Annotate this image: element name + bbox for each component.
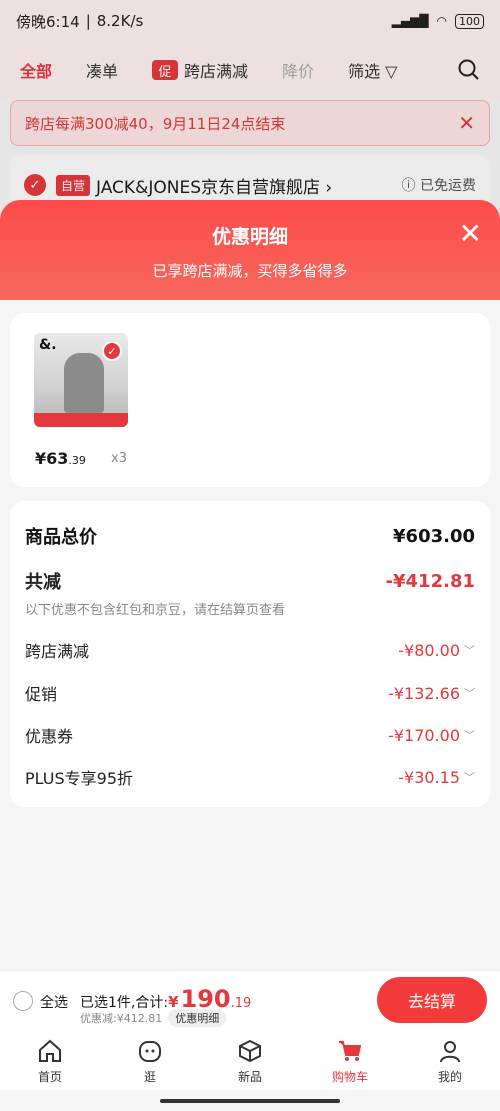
discount-row[interactable]: 优惠券 -¥170.00 ﹀ <box>25 723 475 747</box>
chevron-down-icon: ﹀ <box>464 687 475 700</box>
discount-label: 跨店满减 <box>25 642 90 661</box>
product-price: ¥63.39 <box>35 449 86 468</box>
discount-value: -¥170.00 <box>388 725 460 745</box>
amount-decimal: .19 <box>230 996 252 1011</box>
nav-label: 首页 <box>37 1069 62 1084</box>
discount-value: -¥132.66 <box>388 683 460 703</box>
nav-cart[interactable]: 购物车 <box>300 1032 400 1090</box>
nav-new[interactable]: 新品 <box>200 1032 300 1090</box>
discount-value: -¥80.00 <box>398 640 460 660</box>
discount-label: 优惠券 <box>25 727 74 746</box>
cube-icon <box>239 1039 261 1062</box>
brand-logo: &. <box>39 337 57 353</box>
face-icon <box>139 1040 161 1062</box>
nav-me[interactable]: 我的 <box>400 1032 500 1090</box>
promo-strip <box>34 413 128 427</box>
sheet-header: 优惠明细 已享跨店满减，买得多省得多 ✕ <box>0 200 500 300</box>
price-breakdown: 商品总价 ¥603.00 共减 -¥412.81 以下优惠不包含红包和京豆，请在… <box>10 501 490 807</box>
home-icon <box>39 1039 61 1062</box>
total-value: ¥603.00 <box>393 525 475 547</box>
total-label: 商品总价 <box>25 527 97 548</box>
total-row: 商品总价 ¥603.00 <box>25 523 475 549</box>
product-quantity: x3 <box>111 451 127 466</box>
discount-value: -¥30.15 <box>398 767 460 787</box>
cart-icon <box>339 1040 362 1061</box>
chevron-down-icon: ﹀ <box>464 644 475 657</box>
select-all-label[interactable]: 全选 <box>40 992 68 1012</box>
selected-check-icon: ✓ <box>102 341 122 361</box>
chevron-down-icon: ﹀ <box>464 771 475 784</box>
chevron-down-icon: ﹀ <box>464 729 475 742</box>
sheet-subtitle: 已享跨店满减，买得多省得多 <box>152 262 348 280</box>
discount-label: PLUS专享95折 <box>25 769 133 788</box>
nav-label: 我的 <box>437 1069 462 1084</box>
price-decimal: .39 <box>68 454 86 467</box>
discount-row[interactable]: 跨店满减 -¥80.00 ﹀ <box>25 638 475 662</box>
saving-note: 以下优惠不包含红包和京豆，请在结算页查看 <box>25 603 286 618</box>
discount-label: 促销 <box>25 685 58 704</box>
user-icon <box>440 1040 460 1062</box>
nav-label: 新品 <box>237 1069 262 1084</box>
discount-row[interactable]: PLUS专享95折 -¥30.15 ﹀ <box>25 765 475 789</box>
model-figure <box>64 353 104 413</box>
checkout-bar: 全选 已选1件,合计: ¥ 190 .19 优惠减:¥412.81 优惠明细 去… <box>0 970 500 1032</box>
nav-label: 逛 <box>143 1069 156 1084</box>
select-all-checkbox[interactable] <box>13 991 33 1011</box>
product-card: &. ✓ ¥63.39 x3 <box>10 313 490 487</box>
product-thumbnail[interactable]: &. ✓ <box>34 333 128 427</box>
saving-row: 共减 -¥412.81 <box>25 568 475 594</box>
checkout-button[interactable]: 去结算 <box>377 977 487 1023</box>
nav-browse[interactable]: 逛 <box>100 1032 200 1090</box>
discount-text: 优惠减:¥412.81 <box>80 1012 163 1025</box>
saving-value: -¥412.81 <box>385 570 475 592</box>
saving-label: 共减 <box>25 572 61 593</box>
discount-summary: 优惠减:¥412.81 优惠明细 <box>80 1009 227 1027</box>
discount-detail-toggle[interactable]: 优惠明细 <box>168 1009 227 1027</box>
bottom-nav: 首页 逛 新品 购物车 我的 <box>0 1032 500 1090</box>
price-integer: ¥63 <box>35 449 69 468</box>
nav-label: 购物车 <box>331 1069 368 1084</box>
discount-row[interactable]: 促销 -¥132.66 ﹀ <box>25 681 475 705</box>
nav-home[interactable]: 首页 <box>0 1032 100 1090</box>
home-indicator[interactable] <box>160 1099 340 1103</box>
sheet-title: 优惠明细 <box>211 226 288 248</box>
close-icon[interactable]: ✕ <box>459 220 482 248</box>
discount-detail-sheet: 优惠明细 已享跨店满减，买得多省得多 ✕ &. ✓ ¥63.39 x3 商品总价… <box>0 200 500 970</box>
